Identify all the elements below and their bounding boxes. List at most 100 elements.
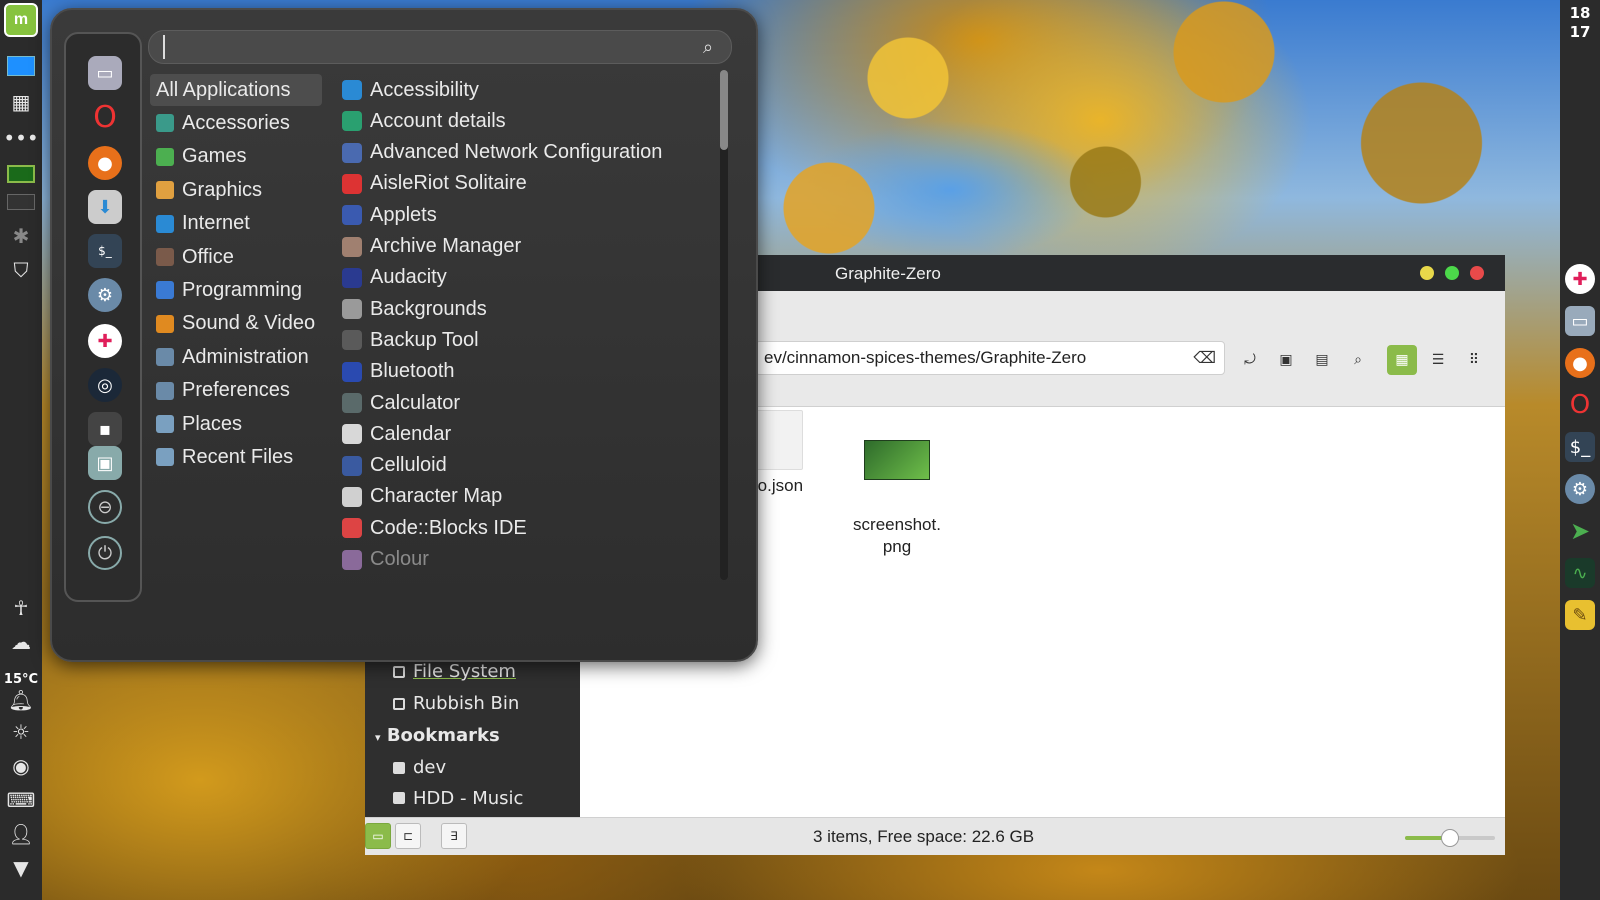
- category-icon: [156, 381, 174, 400]
- keyboard-icon[interactable]: ⌨: [5, 786, 37, 814]
- brightness-icon[interactable]: ☼: [5, 718, 37, 746]
- bluetooth-icon[interactable]: ✱: [5, 222, 37, 250]
- category-item[interactable]: All Applications: [150, 74, 322, 106]
- settings-icon[interactable]: ⚙: [1565, 474, 1595, 504]
- zoom-slider[interactable]: [1405, 829, 1495, 847]
- category-item[interactable]: Places: [150, 408, 322, 440]
- new-folder-icon[interactable]: ▤: [1307, 345, 1337, 375]
- app-icon: [342, 455, 362, 476]
- notes-icon[interactable]: ✎: [1565, 600, 1595, 630]
- software-manager-icon[interactable]: ⬇: [88, 190, 122, 224]
- app-item[interactable]: Account details: [342, 106, 722, 136]
- logout-icon[interactable]: ⊖: [88, 490, 122, 524]
- notifications-icon[interactable]: 🔔︎: [5, 686, 37, 714]
- search-input[interactable]: [163, 35, 683, 59]
- category-item[interactable]: Sound & Video: [150, 308, 322, 340]
- opera-icon[interactable]: O: [1565, 390, 1595, 420]
- mint-menu-icon[interactable]: m: [4, 3, 38, 37]
- app-item[interactable]: Calendar: [342, 419, 722, 449]
- accessibility-icon[interactable]: ☥: [5, 594, 37, 622]
- app-item[interactable]: Backup Tool: [342, 325, 722, 355]
- weather-icon[interactable]: ☁: [5, 628, 37, 656]
- category-item[interactable]: Programming: [150, 274, 322, 306]
- category-item[interactable]: Graphics: [150, 174, 322, 206]
- clock[interactable]: 18 17: [1560, 4, 1600, 42]
- app-item[interactable]: Accessibility: [342, 75, 722, 105]
- sidebar-item-file-system[interactable]: File System: [393, 661, 516, 682]
- apps-scrollbar-thumb[interactable]: [720, 70, 728, 150]
- app-item[interactable]: Bluetooth: [342, 357, 722, 387]
- close-button[interactable]: [1470, 266, 1484, 280]
- sidebar-item-rubbish-bin[interactable]: Rubbish Bin: [393, 693, 519, 714]
- sidebar-item-hdd-music[interactable]: HDD - Music: [393, 789, 523, 807]
- wifi-icon[interactable]: ▼: [5, 854, 37, 882]
- apps-scrollbar[interactable]: [720, 70, 728, 580]
- open-terminal-icon[interactable]: ▣: [1271, 345, 1301, 375]
- terminal-icon[interactable]: $_: [88, 234, 122, 268]
- category-item[interactable]: Office: [150, 241, 322, 273]
- hide-sidebar-icon[interactable]: ∃: [441, 823, 467, 849]
- system-monitor-icon[interactable]: ∿: [1565, 558, 1595, 588]
- lock-screen-icon[interactable]: ▣: [88, 446, 122, 480]
- category-item[interactable]: Administration: [150, 341, 322, 373]
- app-item[interactable]: Code::Blocks IDE: [342, 513, 722, 543]
- file-item[interactable]: screenshot. png: [842, 410, 952, 580]
- category-icon: [156, 314, 174, 333]
- slack-icon[interactable]: ✚: [88, 324, 122, 358]
- category-item[interactable]: Internet: [150, 208, 322, 240]
- show-desktop-icon[interactable]: [5, 52, 37, 80]
- show-tree-icon[interactable]: ⊏: [395, 823, 421, 849]
- menu-search[interactable]: ⌕: [148, 30, 732, 64]
- firefox-icon[interactable]: ●: [88, 146, 122, 180]
- search-icon[interactable]: ⌕: [1343, 345, 1373, 375]
- app-item[interactable]: Celluloid: [342, 451, 722, 481]
- files-icon[interactable]: ▭: [88, 56, 122, 90]
- firefox-icon[interactable]: ●: [1565, 348, 1595, 378]
- category-item[interactable]: Games: [150, 141, 322, 173]
- package-icon[interactable]: ▪: [88, 412, 122, 446]
- toggle-location-icon[interactable]: ⤾: [1235, 345, 1265, 375]
- send-icon[interactable]: ➤: [1565, 516, 1595, 546]
- app-item[interactable]: Calculator: [342, 388, 722, 418]
- category-item[interactable]: Recent Files: [150, 441, 322, 473]
- app-icon: [342, 518, 362, 539]
- power-icon[interactable]: ⏻: [88, 536, 122, 570]
- user-icon[interactable]: 👤︎: [5, 820, 37, 848]
- workspace-icon[interactable]: [5, 160, 37, 188]
- opera-icon[interactable]: O: [88, 100, 122, 135]
- location-bar[interactable]: ev/cinnamon-spices-themes/Graphite-Zero …: [755, 341, 1225, 375]
- app-item[interactable]: Advanced Network Configuration: [342, 138, 722, 168]
- files-icon[interactable]: ▭: [1565, 306, 1595, 336]
- slack-icon[interactable]: ✚: [1565, 264, 1595, 294]
- dots-icon[interactable]: •••: [3, 124, 38, 152]
- clear-location-icon[interactable]: ⌫: [1193, 348, 1216, 368]
- app-item[interactable]: Character Map: [342, 482, 722, 512]
- icon-view-icon[interactable]: ▦: [1387, 345, 1417, 375]
- compact-view-icon[interactable]: ⠿: [1459, 345, 1489, 375]
- minimize-button[interactable]: [1420, 266, 1434, 280]
- app-item[interactable]: Audacity: [342, 263, 722, 293]
- app-item[interactable]: AisleRiot Solitaire: [342, 169, 722, 199]
- category-item[interactable]: Preferences: [150, 375, 322, 407]
- list-view-icon[interactable]: ☰: [1423, 345, 1453, 375]
- shield-icon[interactable]: ⛉: [5, 256, 37, 284]
- search-icon[interactable]: ⌕: [697, 36, 719, 58]
- category-item[interactable]: Accessories: [150, 107, 322, 139]
- category-label: Office: [182, 245, 234, 268]
- sidebar-item-dev[interactable]: dev: [393, 757, 446, 778]
- app-item[interactable]: Applets: [342, 200, 722, 230]
- show-places-icon[interactable]: ▭: [365, 823, 391, 849]
- app-item[interactable]: Backgrounds: [342, 294, 722, 324]
- app-item[interactable]: Colour: [342, 545, 722, 575]
- app-label: Colour: [370, 548, 429, 570]
- settings-icon[interactable]: ⚙: [88, 278, 122, 312]
- terminal-icon[interactable]: $_: [1565, 432, 1595, 462]
- steam-icon[interactable]: ◎: [88, 368, 122, 402]
- app-item[interactable]: Archive Manager: [342, 232, 722, 262]
- maximize-button[interactable]: [1445, 266, 1459, 280]
- zoom-slider-handle[interactable]: [1441, 829, 1459, 847]
- media-icon[interactable]: ◉: [5, 752, 37, 780]
- bookmarks-heading[interactable]: ▾ Bookmarks: [375, 725, 500, 746]
- grid-icon[interactable]: ▦: [5, 88, 37, 116]
- workspace-2-icon[interactable]: [5, 188, 37, 216]
